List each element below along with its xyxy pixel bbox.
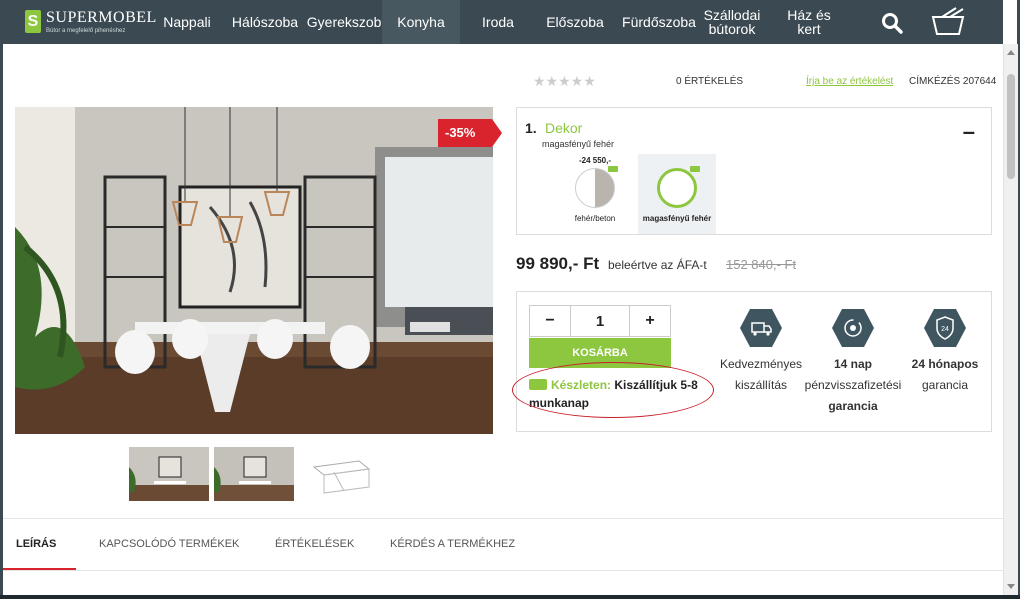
swatch-truck-icon <box>608 166 618 172</box>
tab-leiras[interactable]: LEÍRÁS <box>16 538 56 550</box>
old-price: 152 840,- Ft <box>726 257 797 272</box>
highlight-annotation-ellipse <box>512 362 714 418</box>
decor-selected-value: magasfényű fehér <box>542 139 615 149</box>
feature-line-1: 14 nap <box>833 357 872 371</box>
swatch-magasfenyu-feher[interactable]: magasfényű fehér <box>638 154 716 234</box>
swatch-feher-beton[interactable]: -24 550,- fehér/beton <box>556 154 634 234</box>
tab-kerdes-a-termekhez[interactable]: KÉRDÉS A TERMÉKHEZ <box>390 538 515 550</box>
scroll-thumb[interactable] <box>1007 74 1015 179</box>
swatch-label: magasfényű fehér <box>642 214 712 223</box>
nav-item-nappali[interactable]: Nappali <box>153 0 221 44</box>
feature-line-1: Kedvezményes <box>719 357 803 371</box>
nav-item-haz-es-kert[interactable]: Ház és kert <box>783 0 835 44</box>
rating-stars[interactable]: ★★★★★ <box>533 73 596 90</box>
qty-plus-button[interactable]: + <box>630 306 670 336</box>
logo-name: SUPERMOBEL <box>46 9 157 26</box>
thumbnail-2[interactable] <box>214 447 294 501</box>
write-review-link[interactable]: Írja be az értékelést <box>806 76 893 87</box>
nav-item-furdoszoba[interactable]: Fürdőszoba <box>619 0 699 44</box>
main-product-image[interactable] <box>15 107 493 434</box>
logo-mark-icon: S <box>25 10 41 33</box>
decor-option-box: 1. Dekor magasfényű fehér – -24 550,- fe… <box>516 107 992 235</box>
discount-badge: -35% <box>438 119 502 147</box>
scroll-up-arrow-icon[interactable] <box>1007 50 1015 55</box>
swatch-white-circle <box>657 168 697 208</box>
nav-item-konyha[interactable]: Konyha <box>382 0 460 44</box>
shield-24-icon: 24 <box>923 308 967 348</box>
collapse-minus-icon[interactable]: – <box>963 121 975 143</box>
logo[interactable]: S SUPERMOBEL Bútor a megfelelő pihenéshe… <box>25 7 157 39</box>
swatch-label: fehér/beton <box>574 214 616 223</box>
product-sku: CÍMKÉZÉS 207644 <box>909 76 997 87</box>
window-frame-bottom <box>0 595 1020 599</box>
nav-item-haloszoba[interactable]: Hálószoba <box>229 0 301 44</box>
decor-number: 1. <box>525 120 537 136</box>
feature-shipping: Kedvezményes kiszállítás <box>711 308 811 396</box>
thumbnail-3-drawing[interactable] <box>299 447 379 501</box>
feature-line-1: 24 hónapos <box>911 357 979 371</box>
tab-ertekelesek[interactable]: ÉRTÉKELÉSEK <box>275 538 354 550</box>
rating-count: 0 ÉRTÉKELÉS <box>676 76 744 87</box>
tabs-bottom-divider <box>3 570 1003 571</box>
nav-item-szallodai-butorok[interactable]: Szállodai bútorok <box>702 0 762 44</box>
scroll-down-arrow-icon[interactable] <box>1007 584 1015 589</box>
current-price: 99 890,- Ft <box>516 254 600 273</box>
feature-line-2: kiszállítás <box>734 378 787 392</box>
svg-text:24: 24 <box>941 326 949 333</box>
truck-icon <box>739 308 783 348</box>
vat-note: beleértve az ÁFA-t <box>608 258 707 272</box>
swatch-truck-icon <box>690 166 700 172</box>
feature-line-2: pénzvisszafizetési <box>804 378 902 392</box>
money-back-icon <box>831 308 875 348</box>
search-icon[interactable] <box>881 12 903 39</box>
quantity-input[interactable]: 1 <box>570 306 630 336</box>
site-header: S SUPERMOBEL Bútor a megfelelő pihenéshe… <box>3 0 1003 44</box>
thumbnail-1[interactable] <box>129 447 209 501</box>
qty-minus-button[interactable]: − <box>530 306 570 336</box>
feature-warranty: 24 24 hónapos garancia <box>895 308 995 396</box>
nav-item-gyerekszoba[interactable]: Gyerekszoba <box>307 0 389 44</box>
swatch-price: -24 550,- <box>578 156 612 165</box>
swatch-concrete-circle <box>575 168 615 208</box>
tabs-top-divider <box>3 518 1003 519</box>
vertical-scrollbar[interactable] <box>1003 44 1018 595</box>
decor-title: Dekor <box>545 120 583 136</box>
feature-money-back: 14 nap pénzvisszafizetési garancia <box>803 308 903 417</box>
quantity-stepper: − 1 + <box>529 305 671 337</box>
logo-tagline: Bútor a megfelelő pihenéshez <box>46 28 126 34</box>
window-frame-left <box>0 0 3 599</box>
tab-kapcsolodo-termekek[interactable]: KAPCSOLÓDÓ TERMÉKEK <box>99 538 239 550</box>
nav-item-eloszoba[interactable]: Előszoba <box>540 0 610 44</box>
cart-basket-icon[interactable] <box>930 5 966 42</box>
feature-line-3: garancia <box>828 399 878 413</box>
feature-line-2: garancia <box>921 378 969 392</box>
nav-item-iroda[interactable]: Iroda <box>468 0 528 44</box>
